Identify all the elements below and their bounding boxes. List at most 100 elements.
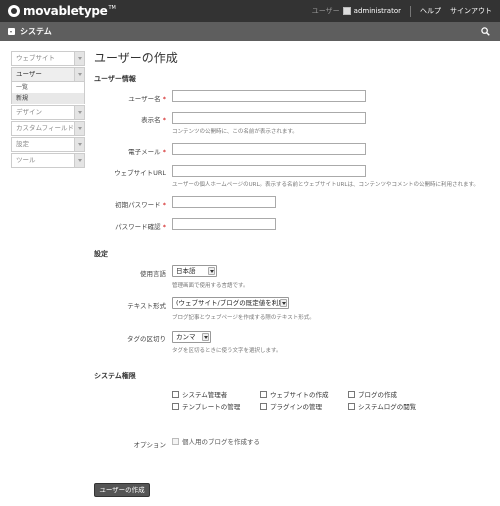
chevron-down-icon <box>208 267 215 275</box>
required-mark: * <box>162 116 166 124</box>
tag-delimiter-select[interactable]: カンマ <box>172 331 211 343</box>
chevron-down-icon[interactable] <box>74 154 84 167</box>
permission-label: ブログの作成 <box>358 391 397 399</box>
email-label-text: 電子メール <box>128 148 161 156</box>
section-title-settings: 設定 <box>94 250 108 258</box>
language-label: 使用言語 <box>140 270 166 278</box>
logo-text: movabletype <box>23 4 108 18</box>
sidebar-subitem-new[interactable]: 新規 <box>12 93 84 104</box>
username-input[interactable] <box>172 90 366 102</box>
section-title-system-permissions: システム権限 <box>94 372 136 380</box>
tag-delimiter-hint: タグを区切るときに使う文字を選択します。 <box>172 348 282 354</box>
checkbox[interactable] <box>260 390 267 398</box>
sidebar-item-label: カスタムフィールド <box>16 124 74 132</box>
user-caption: ユーザー <box>311 7 340 15</box>
text-format-label: テキスト形式 <box>127 302 166 310</box>
permission-label: プラグインの管理 <box>270 403 322 411</box>
required-mark: * <box>162 201 166 209</box>
checkbox[interactable] <box>348 402 355 410</box>
options-label: オプション <box>133 441 167 449</box>
permission-label: テンプレートの管理 <box>182 403 241 411</box>
checkbox[interactable] <box>260 402 267 410</box>
page-title: ユーザーの作成 <box>94 51 178 65</box>
sidebar: ウェブサイト ユーザー 一覧 新規 デザイン カスタムフィールド 設定 ツール <box>11 51 85 169</box>
required-mark: * <box>162 223 166 231</box>
movabletype-logo[interactable]: movabletype TM <box>8 3 116 19</box>
initial-password-label: 初期パスワード * <box>86 199 166 209</box>
display-name-label-text: 表示名 <box>141 116 161 124</box>
help-link[interactable]: ヘルプ <box>420 6 441 16</box>
checkbox[interactable] <box>172 437 179 445</box>
sidebar-item-label: ユーザー <box>16 70 42 78</box>
option-personal-blog[interactable]: 個人用のブログを作成する <box>172 436 260 446</box>
sidebar-subitem-list[interactable]: 一覧 <box>12 82 84 93</box>
tag-delimiter-select-value: カンマ <box>176 333 196 341</box>
checkbox[interactable] <box>348 390 355 398</box>
website-url-label: ウェブサイトURL <box>114 169 166 177</box>
chevron-down-icon <box>280 299 287 307</box>
website-url-hint: ユーザーの個人ホームページのURL。表示する名前とウェブサイトURLは、コンテン… <box>172 182 479 188</box>
sidebar-item-settings[interactable]: 設定 <box>11 137 85 152</box>
top-bar: movabletype TM ユーザー administrator ヘルプ サイ… <box>0 0 500 22</box>
sidebar-user-submenu: 一覧 新規 <box>11 82 85 104</box>
option-personal-blog-label: 個人用のブログを作成する <box>182 438 260 446</box>
username-link[interactable]: administrator <box>354 7 401 15</box>
permission-label: システム管理者 <box>182 391 228 399</box>
permission-manage-plugins[interactable]: プラグインの管理 <box>260 401 322 411</box>
permission-create-website[interactable]: ウェブサイトの作成 <box>260 389 329 399</box>
language-select[interactable]: 日本語 <box>172 265 217 277</box>
chevron-down-icon[interactable] <box>74 122 84 135</box>
email-label: 電子メール * <box>86 146 166 156</box>
display-name-hint: コンテンツの公開時に、この名前が表示されます。 <box>172 129 298 135</box>
tag-delimiter-label: タグの区切り <box>127 335 166 343</box>
permission-create-blog[interactable]: ブログの作成 <box>348 389 397 399</box>
text-format-select-value: (ウェブサイト/ブログの既定値を利用) <box>176 299 288 307</box>
search-icon[interactable] <box>481 27 490 36</box>
language-select-value: 日本語 <box>176 267 196 275</box>
required-mark: * <box>162 148 166 156</box>
chevron-down-icon[interactable] <box>74 106 84 119</box>
chevron-down-icon[interactable] <box>74 52 84 65</box>
initial-password-input[interactable] <box>172 196 276 208</box>
username-label-text: ユーザー名 <box>128 95 161 103</box>
permission-view-system-log[interactable]: システムログの閲覧 <box>348 401 416 411</box>
checkbox[interactable] <box>172 402 179 410</box>
chevron-down-icon <box>202 333 209 341</box>
permission-system-admin[interactable]: システム管理者 <box>172 389 227 399</box>
password-confirm-label: パスワード確認 * <box>86 221 166 231</box>
sidebar-item-website[interactable]: ウェブサイト <box>11 51 85 66</box>
chevron-down-icon[interactable] <box>74 68 84 81</box>
email-input[interactable] <box>172 143 366 155</box>
display-name-label: 表示名 * <box>86 114 166 124</box>
permission-manage-templates[interactable]: テンプレートの管理 <box>172 401 240 411</box>
text-format-hint: ブログ記事とウェブページを作成する際のテキスト形式。 <box>172 315 315 321</box>
logo-mark-icon <box>8 5 20 17</box>
sidebar-item-label: ウェブサイト <box>16 54 55 62</box>
checkbox[interactable] <box>172 390 179 398</box>
password-confirm-input[interactable] <box>172 218 276 230</box>
sidebar-item-user[interactable]: ユーザー <box>11 67 85 82</box>
top-nav: ユーザー administrator ヘルプ サインアウト <box>312 0 492 22</box>
sidebar-item-label: ツール <box>16 156 36 164</box>
username-label: ユーザー名 * <box>86 93 166 103</box>
password-confirm-label-text: パスワード確認 <box>115 223 161 231</box>
nav-divider <box>410 5 411 17</box>
chevron-down-icon[interactable] <box>74 138 84 151</box>
scope-selector-icon[interactable] <box>8 28 15 35</box>
user-avatar-icon <box>342 7 351 15</box>
scope-title[interactable]: システム <box>20 26 52 37</box>
permission-label: ウェブサイトの作成 <box>270 391 329 399</box>
sidebar-item-tools[interactable]: ツール <box>11 153 85 168</box>
section-title-user-info: ユーザー情報 <box>94 75 136 83</box>
website-url-input[interactable] <box>172 165 366 177</box>
sidebar-item-custom-fields[interactable]: カスタムフィールド <box>11 121 85 136</box>
create-user-button[interactable]: ユーザーの作成 <box>94 483 150 497</box>
text-format-select[interactable]: (ウェブサイト/ブログの既定値を利用) <box>172 297 289 309</box>
language-hint: 管理画面で使用する言語です。 <box>172 283 249 289</box>
permission-label: システムログの閲覧 <box>358 403 417 411</box>
display-name-input[interactable] <box>172 112 366 124</box>
initial-password-label-text: 初期パスワード <box>115 201 161 209</box>
scope-bar: システム <box>0 22 500 41</box>
sidebar-item-design[interactable]: デザイン <box>11 105 85 120</box>
signout-link[interactable]: サインアウト <box>450 6 492 16</box>
